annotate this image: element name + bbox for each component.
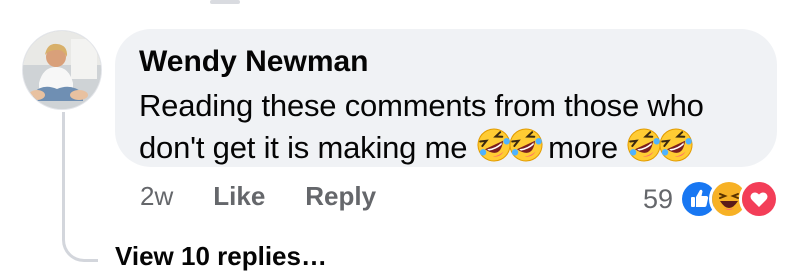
comment-bubble: Wendy Newman Reading these comments from… (115, 29, 777, 167)
reply-button[interactable]: Reply (305, 181, 376, 212)
comment-actions: 2w Like Reply (140, 176, 416, 216)
like-button[interactable]: Like (213, 181, 265, 212)
previous-comment-tail (210, 0, 240, 4)
reaction-count: 59 (643, 183, 674, 214)
rofl-emoji-icon (626, 127, 662, 163)
rofl-emoji-icon (508, 127, 544, 163)
avatar-photo (23, 31, 101, 109)
reaction-summary[interactable]: 59 (643, 179, 780, 219)
comment-text: Reading these comments from those who do… (139, 85, 753, 169)
comment-author[interactable]: Wendy Newman (139, 44, 753, 80)
reply-thread-connector (62, 112, 98, 262)
comment-text-part2: more (548, 130, 618, 165)
love-reaction-icon (739, 179, 780, 219)
comment-timestamp[interactable]: 2w (140, 181, 173, 212)
rofl-emoji-icon (658, 127, 694, 163)
comment-text-part1: Reading these comments from those who do… (139, 88, 704, 165)
view-replies-link[interactable]: View 10 replies… (115, 241, 327, 272)
rofl-emoji-icon (476, 127, 512, 163)
avatar[interactable] (22, 30, 102, 110)
